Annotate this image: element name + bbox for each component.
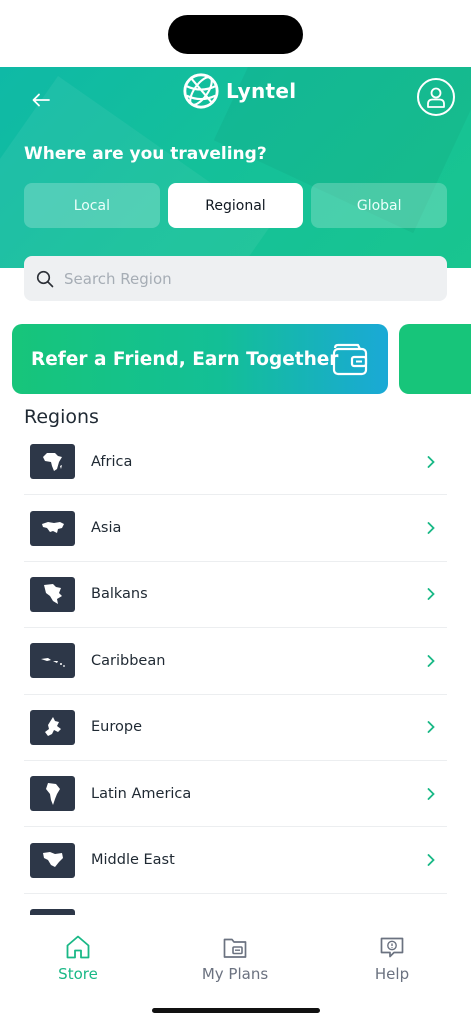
back-arrow-icon xyxy=(32,93,50,107)
region-item-caribbean[interactable]: Caribbean xyxy=(24,628,447,695)
region-label: Balkans xyxy=(91,586,148,603)
refer-friend-banner[interactable]: Refer a Friend, Earn Together xyxy=(12,324,388,394)
tab-regional[interactable]: Regional xyxy=(167,183,304,228)
chevron-right-icon xyxy=(421,455,441,468)
region-item-africa[interactable]: Africa xyxy=(24,429,447,496)
chevron-right-icon xyxy=(421,654,441,667)
region-label: Caribbean xyxy=(91,652,166,669)
search-icon xyxy=(36,270,54,287)
region-item-asia[interactable]: Asia xyxy=(24,495,447,562)
nav-store[interactable]: Store xyxy=(23,933,133,983)
banner-text: Refer a Friend, Earn Together xyxy=(31,348,339,370)
chevron-right-icon xyxy=(421,522,441,534)
chevron-right-icon xyxy=(421,721,441,734)
back-button[interactable] xyxy=(26,85,56,115)
header: Lyntel Where are you traveling? Local Re… xyxy=(0,67,471,268)
middle-east-map-icon xyxy=(30,842,75,878)
asia-map-icon xyxy=(30,510,75,546)
nav-my-plans[interactable]: My Plans xyxy=(180,933,290,983)
region-label: Asia xyxy=(91,520,122,537)
wallet-icon xyxy=(332,343,368,376)
region-item-europe[interactable]: Europe xyxy=(24,695,447,761)
search-input[interactable] xyxy=(64,269,424,288)
status-bar xyxy=(0,0,471,67)
region-list: Africa Asia Balkans Caribbean Europe Lat xyxy=(24,429,447,961)
chevron-right-icon xyxy=(421,787,441,800)
next-banner-peek[interactable] xyxy=(399,324,471,394)
region-label: Europe xyxy=(91,719,142,736)
region-item-middle-east[interactable]: Middle East xyxy=(24,827,447,894)
europe-map-icon xyxy=(30,709,75,745)
chevron-right-icon xyxy=(421,588,441,601)
latin-america-map-icon xyxy=(30,776,75,812)
tab-local[interactable]: Local xyxy=(24,183,160,228)
balkans-map-icon xyxy=(30,576,75,612)
nav-help[interactable]: Help xyxy=(337,933,447,983)
profile-button[interactable] xyxy=(417,78,455,116)
region-item-latin-america[interactable]: Latin America xyxy=(24,761,447,828)
region-label: Africa xyxy=(91,453,133,470)
user-icon xyxy=(427,87,445,108)
africa-map-icon xyxy=(30,444,75,480)
globe-logo-icon xyxy=(183,73,219,109)
region-item-balkans[interactable]: Balkans xyxy=(24,562,447,629)
nav-label: Help xyxy=(374,965,410,983)
dynamic-island xyxy=(168,15,303,54)
tab-global[interactable]: Global xyxy=(311,183,448,228)
nav-label: Store xyxy=(58,965,98,983)
home-icon xyxy=(66,935,90,959)
region-label: Latin America xyxy=(91,785,192,802)
search-bar xyxy=(24,256,447,301)
chevron-right-icon xyxy=(421,854,441,866)
help-chat-icon xyxy=(380,937,404,958)
travel-question: Where are you traveling? xyxy=(24,144,267,164)
region-label: Middle East xyxy=(91,852,175,869)
app-logo: Lyntel xyxy=(182,71,296,111)
caribbean-map-icon xyxy=(30,643,75,679)
plans-folder-icon xyxy=(223,938,247,958)
nav-label: My Plans xyxy=(201,965,269,983)
home-indicator xyxy=(152,1008,320,1013)
app-name: Lyntel xyxy=(226,79,297,103)
travel-type-tabs: Local Regional Global xyxy=(24,183,448,228)
regions-title: Regions xyxy=(24,406,99,428)
